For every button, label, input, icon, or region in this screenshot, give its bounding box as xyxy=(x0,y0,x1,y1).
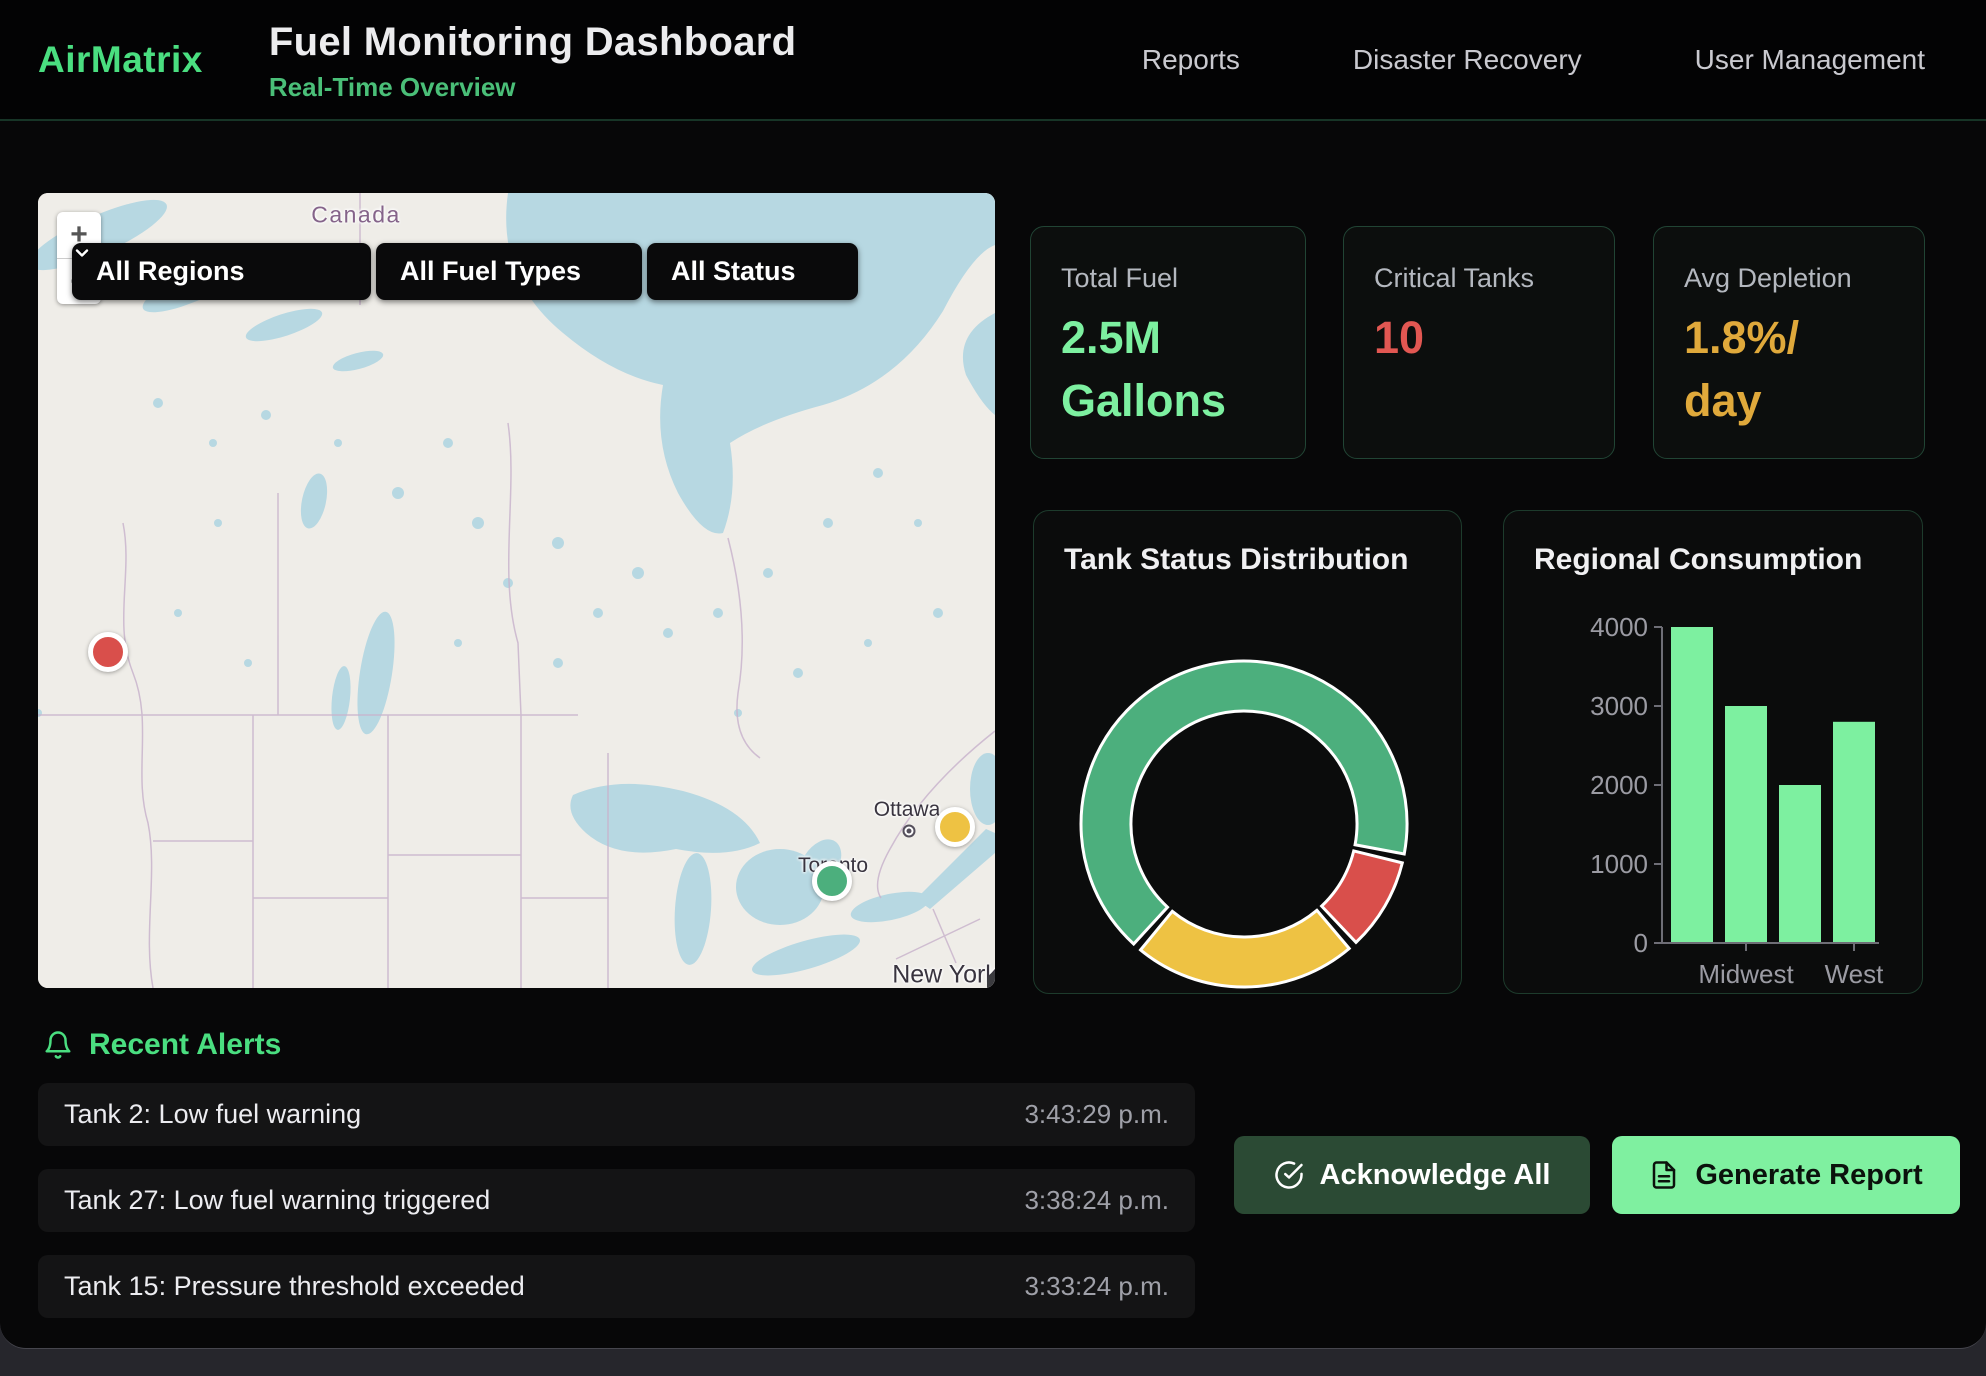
consumption-bar xyxy=(1779,785,1821,943)
map-filter-bar: All Regions All Fuel Types All Status xyxy=(72,243,858,300)
brand-logo: AirMatrix xyxy=(38,39,203,81)
generate-report-label: Generate Report xyxy=(1695,1159,1922,1192)
y-axis-tick-label: 3000 xyxy=(1590,691,1648,721)
top-nav: Reports Disaster Recovery User Managemen… xyxy=(1142,44,1986,76)
fuel-type-filter-dropdown[interactable]: All Fuel Types xyxy=(376,243,642,300)
alert-row: Tank 2: Low fuel warning 3:43:29 p.m. xyxy=(38,1083,1195,1146)
regional-consumption-bar-chart: 0 1000 2000 3000 4000 Midwest West xyxy=(1504,511,1923,994)
alert-text: Tank 2: Low fuel warning xyxy=(64,1099,361,1130)
alert-text: Tank 15: Pressure threshold exceeded xyxy=(64,1271,525,1302)
app-header: AirMatrix Fuel Monitoring Dashboard Real… xyxy=(0,0,1986,121)
alert-timestamp: 3:43:29 p.m. xyxy=(1024,1099,1169,1130)
stat-label: Critical Tanks xyxy=(1374,263,1584,294)
stat-card-avg-depletion: Avg Depletion 1.8%/day xyxy=(1653,226,1925,459)
ottawa-city-marker xyxy=(903,825,916,838)
donut-segment-warning xyxy=(1141,910,1350,987)
tank-marker-critical[interactable] xyxy=(88,632,128,672)
tank-status-distribution-card: Tank Status Distribution xyxy=(1033,510,1462,994)
y-axis-tick-label: 4000 xyxy=(1590,612,1648,642)
nav-item-disaster-recovery[interactable]: Disaster Recovery xyxy=(1353,44,1582,76)
recent-alerts-header: Recent Alerts xyxy=(43,1028,281,1062)
nav-item-user-management[interactable]: User Management xyxy=(1695,44,1925,76)
map-drag-handle[interactable] xyxy=(987,972,995,988)
tank-map[interactable]: Canada Ottawa Toronto New York + − All R… xyxy=(38,193,995,988)
region-filter-value: All Regions xyxy=(96,256,245,287)
alert-text: Tank 27: Low fuel warning triggered xyxy=(64,1185,490,1216)
main-content: AirMatrix Fuel Monitoring Dashboard Real… xyxy=(0,0,1986,1349)
alert-timestamp: 3:33:24 p.m. xyxy=(1024,1271,1169,1302)
tank-marker-normal[interactable] xyxy=(812,861,852,901)
tank-status-donut-chart xyxy=(1034,511,1462,994)
consumption-bar xyxy=(1725,706,1767,943)
status-filter-value: All Status xyxy=(671,256,796,287)
region-filter-dropdown[interactable]: All Regions xyxy=(72,243,371,300)
check-circle-icon xyxy=(1274,1160,1304,1190)
alert-row: Tank 27: Low fuel warning triggered 3:38… xyxy=(38,1169,1195,1232)
alert-row: Tank 15: Pressure threshold exceeded 3:3… xyxy=(38,1255,1195,1318)
x-axis-tick-label: West xyxy=(1825,959,1885,989)
y-axis-tick-label: 1000 xyxy=(1590,849,1648,879)
y-axis-tick-label: 2000 xyxy=(1590,770,1648,800)
consumption-bar xyxy=(1833,722,1875,943)
stat-card-critical-tanks: Critical Tanks 10 xyxy=(1343,226,1615,459)
chevron-down-icon xyxy=(72,243,92,263)
regional-consumption-card: Regional Consumption 01000200030004000Mi… xyxy=(1503,510,1923,994)
nav-item-reports[interactable]: Reports xyxy=(1142,44,1240,76)
bell-icon xyxy=(43,1030,73,1060)
recent-alerts-title: Recent Alerts xyxy=(89,1028,281,1062)
page-subtitle: Real-Time Overview xyxy=(269,72,796,103)
stat-value: 1.8%/day xyxy=(1684,306,1894,432)
stat-value: 2.5MGallons xyxy=(1061,306,1275,432)
acknowledge-all-button[interactable]: Acknowledge All xyxy=(1234,1136,1590,1214)
stat-card-total-fuel: Total Fuel 2.5MGallons xyxy=(1030,226,1306,459)
map-label-new-york: New York xyxy=(892,961,995,989)
acknowledge-all-label: Acknowledge All xyxy=(1320,1159,1551,1192)
stat-value: 10 xyxy=(1374,306,1584,369)
x-axis-tick-label: Midwest xyxy=(1698,959,1794,989)
status-filter-dropdown[interactable]: All Status xyxy=(647,243,858,300)
fuel-monitoring-dashboard: AirMatrix Fuel Monitoring Dashboard Real… xyxy=(0,0,1986,1376)
title-block: Fuel Monitoring Dashboard Real-Time Over… xyxy=(269,16,796,103)
alert-timestamp: 3:38:24 p.m. xyxy=(1024,1185,1169,1216)
tank-marker-warning[interactable] xyxy=(935,807,975,847)
y-axis-tick-label: 0 xyxy=(1634,928,1648,958)
file-text-icon xyxy=(1649,1160,1679,1190)
generate-report-button[interactable]: Generate Report xyxy=(1612,1136,1960,1214)
page-title: Fuel Monitoring Dashboard xyxy=(269,20,796,65)
map-label-ottawa: Ottawa xyxy=(874,798,941,822)
consumption-bar xyxy=(1671,627,1713,943)
map-label-canada: Canada xyxy=(311,202,401,229)
stat-label: Avg Depletion xyxy=(1684,263,1894,294)
fuel-type-filter-value: All Fuel Types xyxy=(400,256,581,287)
stat-label: Total Fuel xyxy=(1061,263,1275,294)
